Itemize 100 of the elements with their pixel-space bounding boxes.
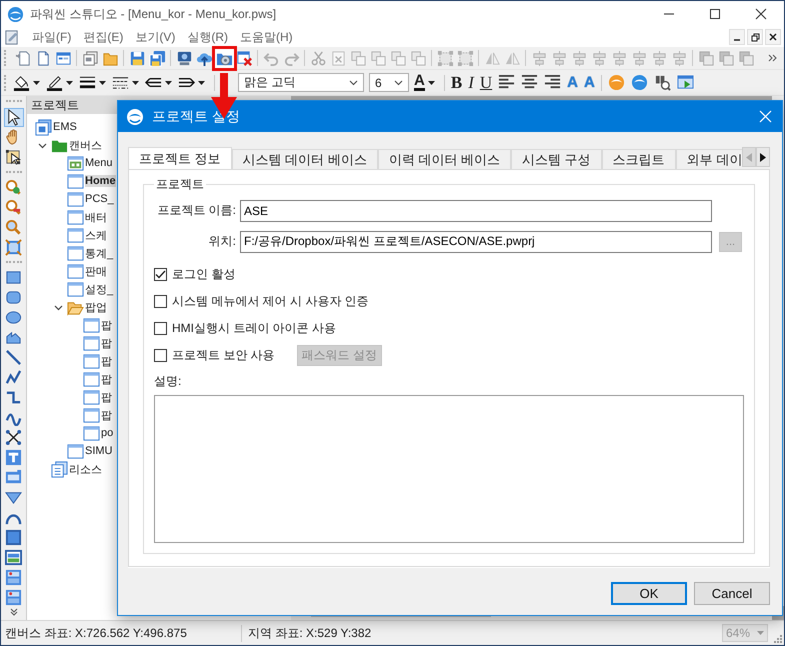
tab[interactable]: 시스템 구성 [511, 149, 602, 169]
tree-item[interactable]: 판매 [85, 264, 107, 278]
text-field[interactable]: ASE [240, 200, 712, 222]
find-icon[interactable] [654, 74, 671, 91]
checkbox[interactable] [154, 322, 167, 335]
checkbox-label: 시스템 메뉴에서 제어 시 사용자 인증 [172, 293, 369, 310]
checkbox[interactable] [154, 349, 167, 362]
scroll-right-button[interactable] [756, 147, 770, 167]
app-logo-icon [126, 108, 144, 126]
tab[interactable]: 외부 데이 [676, 149, 742, 169]
resize-grip-icon[interactable] [774, 635, 782, 643]
document-icon [3, 28, 20, 46]
tree-item[interactable]: 팝 [101, 354, 112, 368]
tab[interactable]: 스크립트 [602, 149, 676, 169]
close-icon[interactable] [759, 110, 772, 123]
tab[interactable]: 시스템 데이터 베이스 [232, 149, 378, 169]
font-color-button[interactable]: A [414, 74, 435, 91]
preview-window-icon[interactable] [676, 74, 694, 91]
close-icon [769, 33, 777, 41]
tree-item[interactable]: Home [85, 175, 116, 187]
settings-icon[interactable] [212, 46, 236, 70]
tree-item[interactable]: po [101, 427, 114, 439]
tree-item[interactable]: 스케 [85, 228, 107, 242]
tree-item[interactable]: 팝 [101, 408, 112, 422]
close-button[interactable] [765, 29, 781, 45]
text-style-button[interactable]: I [465, 72, 477, 92]
tab[interactable]: 이력 데이터 베이스 [378, 149, 512, 169]
style-dropdown[interactable] [13, 74, 40, 91]
caret-icon [428, 80, 435, 84]
caret-right-icon [760, 152, 766, 162]
overflow-icon[interactable] [768, 53, 778, 63]
tree-item[interactable]: Menu [85, 157, 113, 169]
tool-button[interactable] [4, 148, 24, 167]
image-tile-icon [5, 568, 22, 586]
field-label: 위치: [208, 233, 236, 250]
dialog-button[interactable]: OK [611, 582, 687, 605]
line-weight-icon [79, 74, 96, 91]
menu-title[interactable]: 도움말(H) [240, 28, 293, 46]
tree-item[interactable]: 팝 [101, 372, 112, 386]
window-icon[interactable] [54, 50, 72, 66]
pages-icon[interactable] [82, 50, 98, 66]
style-dropdown[interactable] [46, 74, 73, 91]
elbow-line-icon [5, 388, 22, 406]
text-field[interactable]: F:/공유/Dropbox/파워씬 프로젝트/ASECON/ASE.pwprj [240, 230, 712, 252]
tool-button[interactable] [4, 548, 24, 566]
tree-item[interactable]: SIMU [85, 445, 112, 457]
tree-item[interactable]: 리소스 [69, 462, 102, 476]
rectangle-icon [5, 269, 22, 286]
menu-title[interactable]: 편집(E) [83, 28, 124, 46]
fill-bucket-icon [13, 74, 30, 91]
tree-item[interactable]: 팝 [101, 318, 112, 332]
canvas-icon [67, 154, 84, 172]
align-left-icon[interactable] [498, 74, 516, 91]
minimize-button[interactable] [729, 29, 745, 45]
text-style-button[interactable]: B [448, 72, 466, 92]
overflow-icon[interactable] [10, 608, 18, 616]
font-size-button[interactable]: A [564, 74, 581, 91]
canvas-coordinates: 캔버스 좌표: X:726.562 Y:496.875 [5, 624, 242, 642]
tab[interactable]: 프로젝트 정보 [128, 147, 232, 169]
zoom-fit-icon [5, 239, 22, 256]
tree-item[interactable]: 팝 [101, 390, 112, 404]
zoom-icon [5, 219, 22, 236]
menu-title[interactable]: 파일(F) [32, 28, 72, 46]
dialog-button[interactable]: Cancel [694, 582, 770, 605]
canvas-icon [67, 442, 84, 460]
menu-title[interactable]: 보기(V) [135, 28, 176, 46]
caret-icon [198, 80, 205, 84]
tool-button[interactable] [4, 428, 24, 446]
swirl-icon[interactable] [630, 74, 648, 91]
menu-title[interactable]: 실행(R) [187, 28, 228, 46]
description-field[interactable] [154, 395, 744, 543]
tree-item[interactable]: 팝 [101, 336, 112, 350]
delete-icon[interactable] [236, 50, 252, 66]
new-page-icon[interactable] [14, 50, 32, 66]
checkbox[interactable] [154, 295, 167, 308]
tree-item[interactable]: 팝업 [85, 300, 107, 314]
text-tool-icon [5, 448, 22, 466]
tree-item[interactable]: 캔버스 [69, 138, 102, 152]
tool-button[interactable] [4, 108, 24, 127]
tree-item[interactable]: 설정_ [85, 282, 114, 296]
font-size-dropdown[interactable]: 6 [369, 73, 409, 92]
font-size-button[interactable]: A [580, 74, 598, 91]
align-center-icon[interactable] [521, 74, 538, 91]
canvas-icon [83, 316, 100, 334]
font-dropdown[interactable]: 맑은 고딕 [238, 73, 364, 92]
restore-button[interactable] [747, 29, 763, 45]
polygon-icon [5, 329, 22, 346]
tree-item[interactable]: EMS [53, 121, 77, 133]
tree-item[interactable]: 배터 [85, 210, 107, 224]
align-right-icon[interactable] [544, 74, 562, 91]
chevron-icon[interactable] [54, 302, 63, 312]
chevron-icon[interactable] [38, 140, 47, 150]
image-icon [5, 548, 22, 566]
style-dropdown[interactable] [79, 74, 106, 91]
disk-drive-icon[interactable] [176, 50, 192, 66]
text-style-button[interactable]: U [476, 72, 496, 92]
tree-item[interactable]: PCS_ [85, 193, 114, 205]
tree-item[interactable]: 통계_ [85, 246, 114, 260]
floppy-disks-icon[interactable] [148, 50, 166, 66]
checkbox[interactable] [154, 268, 167, 281]
